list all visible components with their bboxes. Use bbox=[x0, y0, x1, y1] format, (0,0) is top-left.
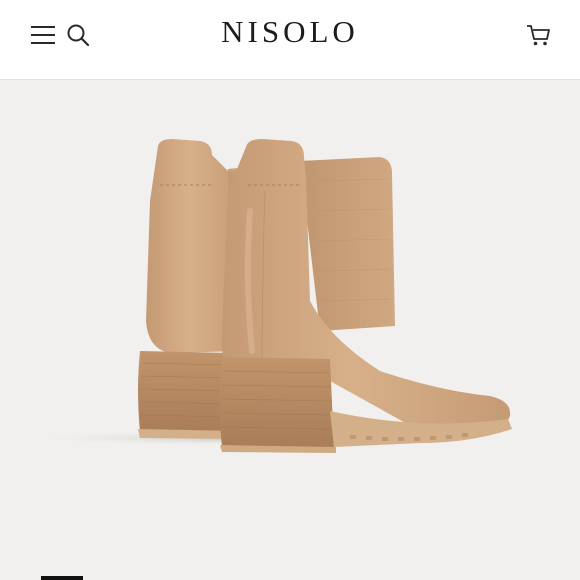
search-icon bbox=[67, 24, 90, 47]
hamburger-menu-icon bbox=[31, 26, 55, 44]
cart-button[interactable] bbox=[525, 22, 551, 48]
site-header: NISOLO bbox=[0, 0, 580, 80]
search-button[interactable] bbox=[65, 22, 91, 48]
gallery-active-indicator[interactable] bbox=[41, 576, 83, 580]
shopping-cart-icon bbox=[527, 25, 550, 46]
chelsea-boots-image bbox=[20, 139, 512, 453]
menu-button[interactable] bbox=[30, 22, 56, 48]
right-boot bbox=[219, 139, 512, 453]
product-image-area[interactable] bbox=[0, 81, 580, 580]
